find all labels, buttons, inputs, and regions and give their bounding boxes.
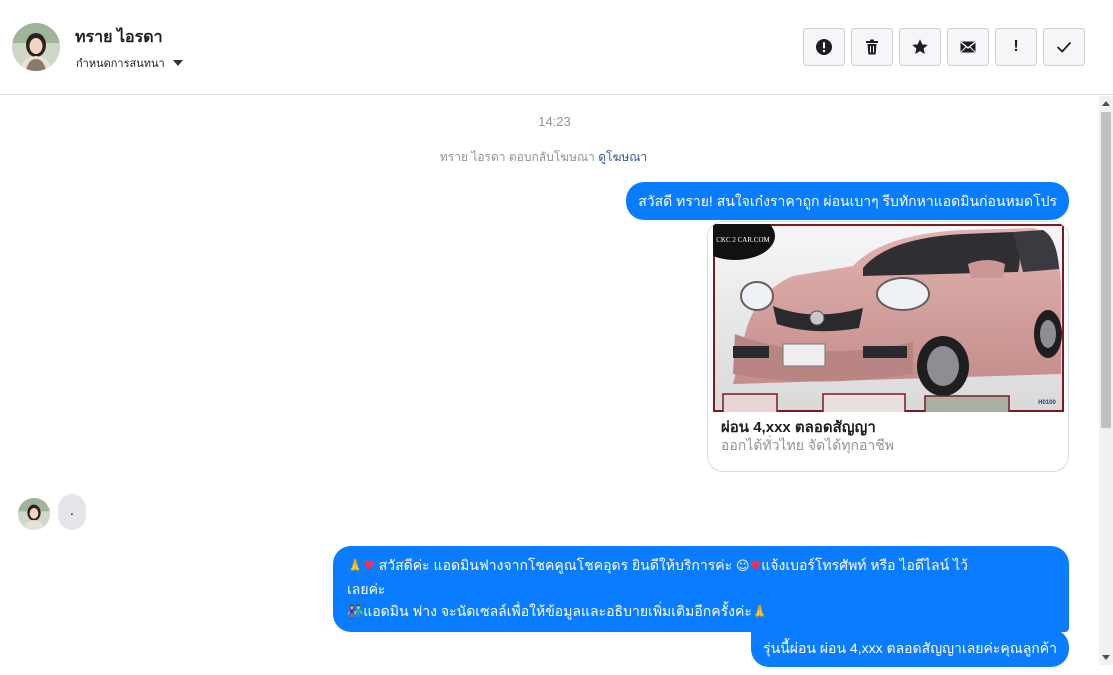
- pray-emoji-icon: 🙏: [347, 559, 364, 574]
- delete-button[interactable]: [851, 28, 893, 66]
- outgoing-message-admin-intro[interactable]: 🙏♥ สวัสดีค่ะ แอดมินฟางจากโชคคูณโชคอุดร ย…: [333, 546, 1069, 632]
- outgoing-message-price[interactable]: รุ่นนี้ผ่อน ผ่อน 4,xxx ตลอดสัญญาเลยค่ะคุ…: [751, 629, 1069, 667]
- envelope-icon: [960, 41, 976, 53]
- caret-down-icon: [172, 60, 183, 66]
- heart-emoji-icon-2: ♥: [749, 559, 762, 574]
- mark-done-button[interactable]: [1043, 28, 1085, 66]
- follow-up-button[interactable]: [899, 28, 941, 66]
- mark-spam-button[interactable]: [803, 28, 845, 66]
- mark-unread-button[interactable]: [947, 28, 989, 66]
- conversation-actions: !: [803, 28, 1085, 66]
- incoming-message[interactable]: .: [58, 494, 86, 530]
- ad-watermark: CKC 2 CAR.COM: [716, 236, 770, 244]
- admin-intro-line-1: 🙏♥ สวัสดีค่ะ แอดมินฟางจากโชคคูณโชคอุดร ย…: [347, 554, 1055, 578]
- ad-reply-text: ทราย ไอรดา ตอบกลับโฆษณา: [439, 150, 595, 164]
- smiling-hearts-emoji-icon: ☺: [736, 559, 750, 574]
- scroll-down-arrow-icon[interactable]: [1102, 655, 1110, 660]
- exclamation-icon: !: [1013, 38, 1019, 55]
- heart-emoji-icon: ♥: [363, 559, 375, 574]
- admin-intro-line-3-row: 👫แอดมิน ฟาง จะนัดเซลล์เพื่อให้ข้อมูลและอ…: [347, 600, 1055, 624]
- view-ad-link[interactable]: ดูโฆษณา: [598, 150, 647, 164]
- admin-intro-line-3: แอดมิน ฟาง จะนัดเซลล์เพื่อให้ข้อมูลและอธ…: [363, 603, 752, 619]
- admin-intro-line-2: เลยค่ะ: [347, 581, 386, 597]
- couple-emoji-icon: 👫: [347, 605, 364, 620]
- priority-button[interactable]: !: [995, 28, 1037, 66]
- check-icon: [1057, 42, 1071, 53]
- message-timestamp: 14:23: [538, 114, 571, 129]
- inbox-conversation-view: ทราย ไอรดา กำหนดการสนทนา ! 14:23 ทราย ไอ…: [0, 0, 1113, 675]
- thread-scrollbar[interactable]: [1099, 96, 1113, 665]
- ad-reply-notice: ทราย ไอรดา ตอบกลับโฆษณา ดูโฆษณา: [0, 148, 1087, 167]
- car-ad-image: CKC 2 CAR.COM H0100: [713, 224, 1064, 412]
- pray-emoji-icon-2: 🙏: [751, 605, 769, 620]
- assign-conversation-dropdown[interactable]: กำหนดการสนทนา: [76, 54, 183, 72]
- contact-name[interactable]: ทราย ไอรดา: [75, 25, 163, 50]
- star-icon: [912, 39, 928, 54]
- trash-icon: [866, 39, 878, 55]
- conversation-header: ทราย ไอรดา กำหนดการสนทนา !: [0, 0, 1113, 95]
- ad-card[interactable]: CKC 2 CAR.COM H0100 ผ่อน 4,xxx ตลอดสัญญา…: [707, 221, 1069, 472]
- admin-intro-request: แจ้งเบอร์โทรศัพท์ หรือ ไอดีไลน์ ไว้: [761, 557, 968, 573]
- admin-intro-greeting: สวัสดีค่ะ แอดมินฟางจากโชคคูณโชคอุดร ยินด…: [378, 557, 733, 573]
- contact-avatar-small[interactable]: [18, 498, 50, 530]
- scroll-thumb[interactable]: [1101, 112, 1111, 428]
- outgoing-message[interactable]: สวัสดี ทราย! สนใจเก๋งราคาถูก ผ่อนเบาๆ รี…: [626, 182, 1069, 220]
- contact-avatar[interactable]: [12, 23, 60, 71]
- alert-circle-icon: [816, 39, 832, 55]
- message-thread[interactable]: 14:23 ทราย ไอรดา ตอบกลับโฆษณา ดูโฆษณา สว…: [0, 96, 1099, 675]
- ad-card-subtitle: ออกได้ทั่วไทย จัดได้ทุกอาชีพ: [721, 437, 895, 453]
- ad-plate-tag: H0100: [1038, 400, 1056, 406]
- scroll-up-arrow-icon[interactable]: [1102, 101, 1110, 106]
- assign-conversation-label: กำหนดการสนทนา: [76, 58, 165, 70]
